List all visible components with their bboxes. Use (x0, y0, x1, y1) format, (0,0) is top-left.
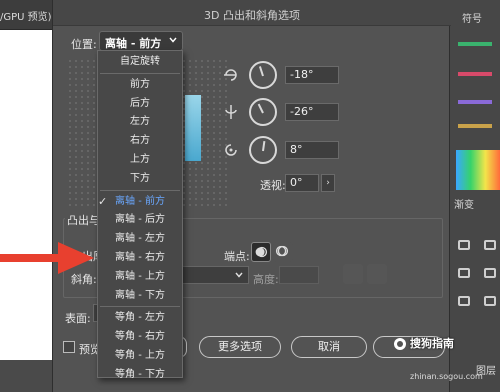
swatch-pink[interactable] (458, 72, 492, 76)
chevron-down-icon (169, 37, 177, 43)
chevron-down-icon (235, 272, 243, 278)
align-icon[interactable] (458, 240, 470, 250)
document-canvas (0, 0, 52, 392)
position-dropdown-menu: 自定旋转 前方 后方 左方 右方 上方 下方 ✓ 离轴 - 前方 离轴 - 后方 离轴 - 左方 离轴… (97, 50, 183, 380)
menu-separator (100, 189, 180, 191)
preview-checkbox[interactable] (63, 341, 75, 353)
menu-item[interactable]: 下方 (98, 170, 182, 188)
menu-item[interactable]: 右方 (98, 132, 182, 150)
document-tab-bar: /GPU 预览) (0, 0, 52, 30)
bevel-extend-in-button[interactable] (367, 264, 387, 284)
cube-preview-face[interactable] (185, 95, 201, 161)
bevel-height-label: 高度: (253, 273, 279, 286)
red-arrow-annotation (0, 242, 94, 274)
menu-item[interactable]: 上方 (98, 151, 182, 169)
rotation-z-dial[interactable] (249, 136, 277, 164)
menu-item[interactable]: 等角 - 右方 (98, 328, 182, 346)
position-select[interactable]: 离轴 - 前方 (99, 31, 183, 51)
surface-label: 表面: (65, 312, 91, 325)
menu-item[interactable]: 前方 (98, 76, 182, 94)
menu-item[interactable]: 等角 - 上方 (98, 347, 182, 365)
menu-item[interactable]: 左方 (98, 113, 182, 131)
menu-item[interactable]: 后方 (98, 95, 182, 113)
rotation-z-input[interactable]: 8° (285, 141, 339, 159)
status-bar (0, 360, 52, 392)
bevel-height-input[interactable] (279, 266, 319, 284)
menu-item[interactable]: 等角 - 左方 (98, 309, 182, 327)
menu-separator (100, 306, 180, 308)
menu-item[interactable]: 离轴 - 后方 (98, 211, 182, 229)
panel-tab-gradient[interactable]: 渐变 (454, 196, 474, 211)
perspective-input[interactable]: 0° (285, 174, 319, 192)
distribute-icon[interactable] (484, 240, 496, 250)
watermark-url: zhinan.sogou.com (410, 372, 483, 381)
cap-on-icon (255, 246, 268, 258)
perspective-slider-toggle[interactable]: › (321, 174, 335, 192)
panel-tab-symbols[interactable]: 符号 (462, 10, 482, 25)
unite-icon[interactable] (458, 296, 470, 306)
cap-off-button[interactable] (273, 242, 293, 262)
rotation-y-input[interactable]: -26° (285, 103, 339, 121)
transform-icon[interactable] (484, 268, 496, 278)
more-options-button[interactable]: 更多选项 (199, 336, 281, 358)
minus-front-icon[interactable] (484, 296, 496, 306)
swatch-purple[interactable] (458, 100, 492, 104)
right-panel: 符号 渐变 图层 (450, 0, 500, 392)
menu-item[interactable]: 离轴 - 右方 (98, 249, 182, 267)
dialog-title: 3D 凸出和斜角选项 (204, 9, 300, 22)
watermark-text: 搜狗指南 (410, 337, 454, 350)
menu-item[interactable]: 自定旋转 (98, 53, 182, 71)
swatch-green[interactable] (458, 42, 492, 46)
bevel-extend-out-button[interactable] (343, 264, 363, 284)
z-axis-rotate-icon (225, 144, 237, 156)
pathfinder-icon[interactable] (458, 268, 470, 278)
rotation-x-dial[interactable] (249, 61, 277, 89)
dialog-titlebar[interactable]: 3D 凸出和斜角选项 (53, 0, 451, 26)
cap-on-button[interactable] (251, 242, 271, 262)
menu-item[interactable]: 离轴 - 左方 (98, 230, 182, 248)
rotation-x-input[interactable]: -18° (285, 66, 339, 84)
menu-separator (100, 72, 180, 74)
rotation-z-row: 8° (223, 136, 383, 166)
menu-item[interactable]: 离轴 - 前方 (98, 193, 182, 211)
position-select-value: 离轴 - 前方 (105, 37, 162, 50)
x-axis-rotate-icon (224, 69, 237, 81)
swatch-gold[interactable] (458, 124, 492, 128)
menu-item[interactable]: 离轴 - 下方 (98, 287, 182, 305)
watermark-logo (394, 338, 406, 350)
color-spectrum[interactable] (456, 150, 500, 190)
cancel-button[interactable]: 取消 (291, 336, 367, 358)
menu-item[interactable]: 等角 - 下方 (98, 366, 182, 384)
cap-off-icon (275, 245, 289, 257)
perspective-label: 透视: (260, 179, 286, 192)
position-label: 位置: (71, 38, 97, 51)
cap-label: 端点: (224, 250, 250, 263)
menu-item[interactable]: 离轴 - 上方 (98, 268, 182, 286)
rotation-y-row: -26° (223, 98, 383, 128)
rotation-x-row: -18° (223, 61, 383, 91)
y-axis-rotate-icon (225, 105, 237, 119)
rotation-y-dial[interactable] (249, 98, 277, 126)
document-tab[interactable]: /GPU 预览) (0, 8, 52, 23)
